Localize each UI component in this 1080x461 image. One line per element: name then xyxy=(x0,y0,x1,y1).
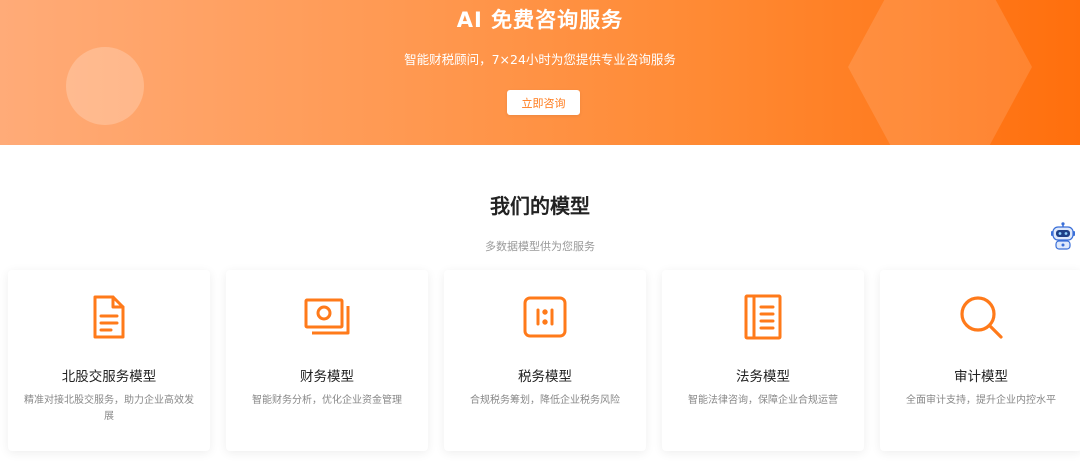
hero-banner: AI 免费咨询服务 智能财税顾问，7×24小时为您提供专业咨询服务 立即咨询 xyxy=(0,0,1080,145)
section-subtitle: 多数据模型供为您服务 xyxy=(485,240,595,253)
card-description: 精准对接北股交服务，助力企业高效发展 xyxy=(24,395,194,422)
banner-subtitle: 智能财税顾问，7×24小时为您提供专业咨询服务 xyxy=(404,52,676,67)
consult-now-button[interactable]: 立即咨询 xyxy=(507,90,580,115)
card-description: 智能财务分析，优化企业资金管理 xyxy=(252,395,402,406)
card-description: 智能法律咨询，保障企业合规运营 xyxy=(688,395,838,406)
card-description: 全面审计支持，提升企业内控水平 xyxy=(906,395,1056,406)
model-card-audit[interactable]: 审计模型 全面审计支持，提升企业内控水平 xyxy=(880,270,1080,451)
law-book-icon xyxy=(738,292,788,342)
card-title: 审计模型 xyxy=(954,369,1008,385)
section-title: 我们的模型 xyxy=(490,194,590,218)
model-card-bse-service[interactable]: 北股交服务模型 精准对接北股交服务，助力企业高效发展 xyxy=(8,270,210,451)
card-title: 法务模型 xyxy=(736,369,790,385)
banknote-icon xyxy=(302,292,352,342)
search-icon xyxy=(956,292,1006,342)
card-title: 税务模型 xyxy=(518,369,572,385)
document-icon xyxy=(84,292,134,342)
robot-icon[interactable] xyxy=(1050,222,1076,250)
model-card-finance[interactable]: 财务模型 智能财务分析，优化企业资金管理 xyxy=(226,270,428,451)
card-title: 财务模型 xyxy=(300,369,354,385)
card-description: 合规税务筹划，降低企业税务风险 xyxy=(470,395,620,406)
banner-title: AI 免费咨询服务 xyxy=(456,8,624,32)
model-card-legal[interactable]: 法务模型 智能法律咨询，保障企业合规运营 xyxy=(662,270,864,451)
model-card-list: 北股交服务模型 精准对接北股交服务，助力企业高效发展 财务模型 智能财务分析，优… xyxy=(8,270,1080,461)
card-title: 北股交服务模型 xyxy=(61,369,157,385)
tax-icon xyxy=(520,292,570,342)
model-card-tax[interactable]: 税务模型 合规税务筹划，降低企业税务风险 xyxy=(444,270,646,451)
